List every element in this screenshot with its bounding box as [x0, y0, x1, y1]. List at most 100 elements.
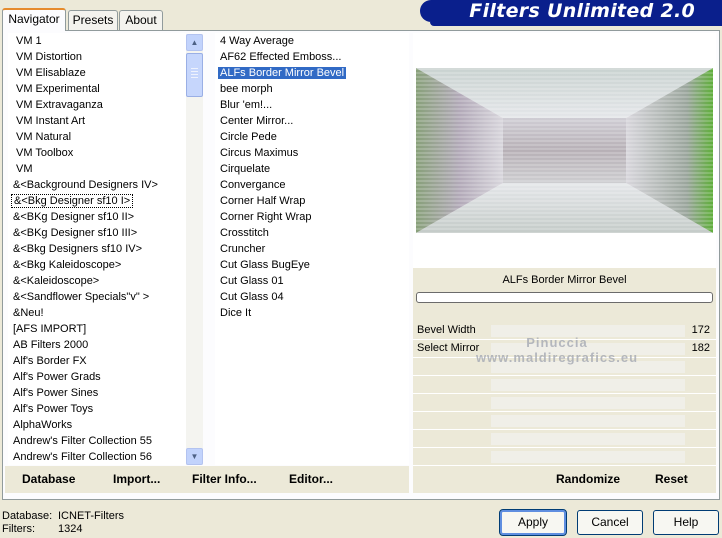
filter-list[interactable]: 4 Way Average AF62 Effected Emboss... ALFs…	[215, 33, 409, 465]
filters-count: 1324	[58, 523, 83, 535]
category-item[interactable]: &<BKg Designer sf10 III>	[8, 225, 186, 241]
category-item[interactable]: AB Filters 2000	[8, 337, 186, 353]
tab-about[interactable]: About	[119, 10, 163, 30]
filter-item-label: Cut Glass 04	[220, 291, 284, 303]
apply-button[interactable]: Apply	[499, 509, 567, 536]
tab-presets[interactable]: Presets	[68, 10, 118, 30]
category-item-label: Alf's Power Grads	[13, 371, 101, 383]
category-item[interactable]: VM Natural	[8, 129, 186, 145]
parameter-slider[interactable]	[491, 379, 685, 391]
cancel-button[interactable]: Cancel	[577, 510, 643, 535]
filter-item[interactable]: Corner Half Wrap	[215, 193, 409, 209]
filter-item-label: Dice It	[220, 307, 252, 319]
parameter-slider[interactable]	[491, 415, 685, 427]
filter-item[interactable]: ALFs Border Mirror Bevel	[215, 65, 409, 81]
filter-item[interactable]: Dice It	[215, 305, 409, 321]
category-item[interactable]: [AFS IMPORT]	[8, 321, 186, 337]
parameter-slider[interactable]	[491, 433, 685, 445]
filter-item-label: AF62 Effected Emboss...	[220, 51, 342, 63]
parameter-slider[interactable]	[491, 343, 685, 355]
category-item-label: Alf's Power Toys	[13, 403, 94, 415]
category-item[interactable]: &<Bkg Designer sf10 I>	[8, 193, 186, 209]
filter-item-label: Corner Half Wrap	[220, 195, 306, 207]
category-item-label: VM Distortion	[16, 51, 83, 63]
randomize-button[interactable]: Randomize	[556, 466, 620, 493]
parameter-row[interactable]	[413, 376, 716, 394]
filter-item[interactable]: Circle Pede	[215, 129, 409, 145]
chevron-down-icon[interactable]: ▼	[186, 448, 203, 465]
filter-item-label: Corner Right Wrap	[220, 211, 312, 223]
editor-button[interactable]: Editor...	[289, 466, 333, 493]
parameter-slider[interactable]	[491, 325, 685, 337]
filter-item-label: Cut Glass BugEye	[220, 259, 310, 271]
parameter-row[interactable]	[413, 448, 716, 466]
category-item[interactable]: VM Toolbox	[8, 145, 186, 161]
category-item[interactable]: VM Experimental	[8, 81, 186, 97]
category-item-label: Alf's Border FX	[13, 355, 87, 367]
category-item[interactable]: &<BKg Designer sf10 II>	[8, 209, 186, 225]
parameter-row[interactable]	[413, 430, 716, 448]
category-item[interactable]: VM Instant Art	[8, 113, 186, 129]
selected-filter-name: ALFs Border Mirror Bevel	[502, 274, 627, 286]
app-title: Filters Unlimited 2.0	[469, 0, 695, 22]
category-item[interactable]: Andrew's Filter Collection 55	[8, 433, 186, 449]
category-item-label: AB Filters 2000	[13, 339, 89, 351]
filter-item[interactable]: AF62 Effected Emboss...	[215, 49, 409, 65]
category-item[interactable]: &<Bkg Designers sf10 IV>	[8, 241, 186, 257]
filter-item-label: 4 Way Average	[220, 35, 294, 47]
progress-bar	[416, 292, 713, 303]
filter-item[interactable]: bee morph	[215, 81, 409, 97]
category-item[interactable]: VM Elisablaze	[8, 65, 186, 81]
filter-item[interactable]: Center Mirror...	[215, 113, 409, 129]
category-item[interactable]: AlphaWorks	[8, 417, 186, 433]
filter-item[interactable]: Circus Maximus	[215, 145, 409, 161]
category-item[interactable]: &<Bkg Kaleidoscope>	[8, 257, 186, 273]
parameter-slider[interactable]	[491, 451, 685, 463]
parameter-row[interactable]	[413, 358, 716, 376]
database-label: Database:	[2, 510, 53, 522]
parameter-row[interactable]	[413, 394, 716, 412]
parameter-row[interactable]	[413, 412, 716, 430]
filter-item[interactable]: Cruncher	[215, 241, 409, 257]
category-item[interactable]: VM Distortion	[8, 49, 186, 65]
category-item[interactable]: Alf's Power Sines	[8, 385, 186, 401]
filter-item[interactable]: Cut Glass BugEye	[215, 257, 409, 273]
category-list[interactable]: VM 1 VM Distortion VM Elisablaze VM Experim…	[8, 33, 186, 465]
reset-button[interactable]: Reset	[655, 466, 688, 493]
category-item[interactable]: &<Kaleidoscope>	[8, 273, 186, 289]
category-item[interactable]: VM 1	[8, 33, 186, 49]
category-item[interactable]: Alf's Power Toys	[8, 401, 186, 417]
filter-item[interactable]: Corner Right Wrap	[215, 209, 409, 225]
filter-item[interactable]: Crosstitch	[215, 225, 409, 241]
category-item[interactable]: &<Sandflower Specials"v" >	[8, 289, 186, 305]
filter-item[interactable]: Cirquelate	[215, 161, 409, 177]
parameter-row[interactable]: Select Mirror 182	[413, 340, 716, 358]
help-button[interactable]: Help	[653, 510, 719, 535]
scrollbar-thumb[interactable]	[186, 53, 203, 97]
parameter-list: Bevel Width 172 Select Mirror 182	[413, 322, 716, 466]
category-item[interactable]: Alf's Power Grads	[8, 369, 186, 385]
category-item[interactable]: &<Background Designers IV>	[8, 177, 186, 193]
filter-item[interactable]: 4 Way Average	[215, 33, 409, 49]
filter-item-label: Crosstitch	[220, 227, 269, 239]
parameter-slider[interactable]	[491, 397, 685, 409]
filter-info-button[interactable]: Filter Info...	[192, 466, 257, 493]
preview-footer: Randomize Reset	[413, 466, 716, 493]
filter-item[interactable]: Convergance	[215, 177, 409, 193]
parameter-slider[interactable]	[491, 361, 685, 373]
filter-item[interactable]: Cut Glass 04	[215, 289, 409, 305]
tab-navigator[interactable]: Navigator	[2, 8, 66, 31]
category-item[interactable]: Andrew's Filter Collection 56	[8, 449, 186, 465]
database-button[interactable]: Database	[22, 466, 75, 493]
filter-item[interactable]: Cut Glass 01	[215, 273, 409, 289]
category-item-label: &<BKg Designer sf10 III>	[13, 227, 138, 239]
category-item[interactable]: &Neu!	[8, 305, 186, 321]
category-item[interactable]: Alf's Border FX	[8, 353, 186, 369]
parameter-row[interactable]: Bevel Width 172	[413, 322, 716, 340]
category-item[interactable]: VM Extravaganza	[8, 97, 186, 113]
filter-item[interactable]: Blur 'em!...	[215, 97, 409, 113]
category-item[interactable]: VM	[8, 161, 186, 177]
import-button[interactable]: Import...	[113, 466, 160, 493]
chevron-up-icon[interactable]: ▲	[186, 34, 203, 51]
category-scrollbar[interactable]: ▲ ▼	[186, 34, 203, 465]
